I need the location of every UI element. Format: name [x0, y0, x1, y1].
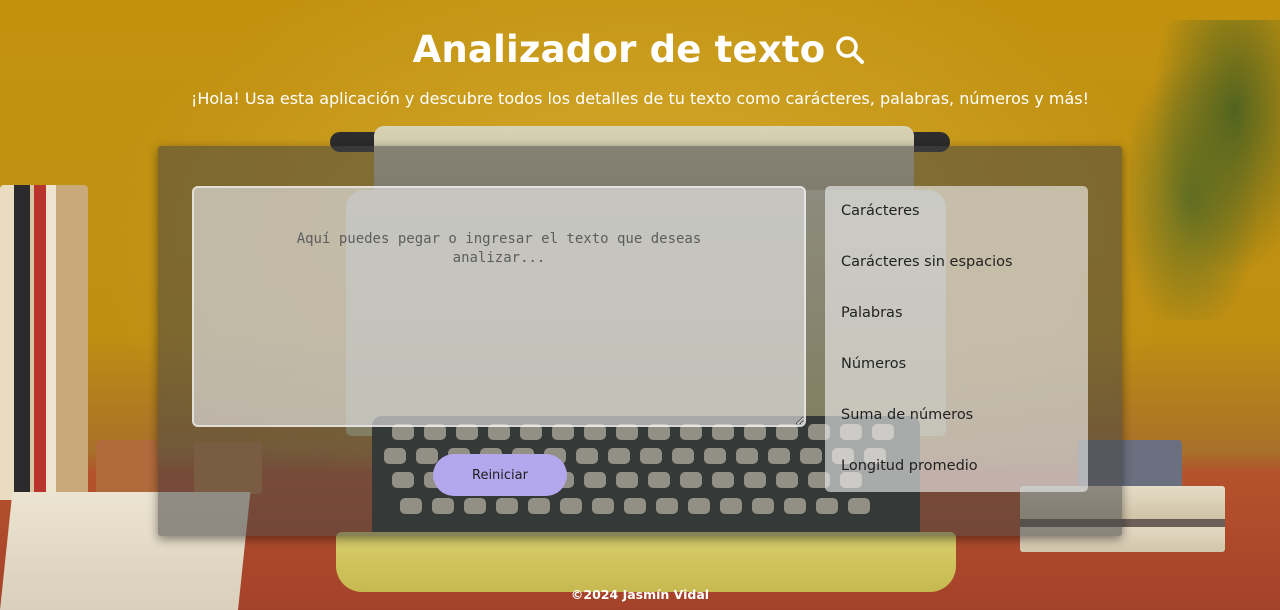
- text-input[interactable]: [192, 186, 806, 427]
- reset-button[interactable]: Reiniciar: [433, 454, 567, 496]
- books-left-decoration: [0, 185, 88, 500]
- stats-panel: Carácteres Carácteres sin espacios Palab…: [825, 186, 1088, 492]
- header: Analizador de texto ¡Hola! Usa esta apli…: [0, 22, 1280, 112]
- pencil-cup-decoration: [96, 440, 158, 496]
- title-row: Analizador de texto: [413, 22, 868, 78]
- stat-words: Palabras: [841, 305, 903, 321]
- stat-sum-of-numbers: Suma de números: [841, 407, 974, 423]
- stat-characters-no-spaces: Carácteres sin espacios: [841, 254, 1013, 270]
- stat-characters: Carácteres: [841, 203, 920, 219]
- search-icon: [833, 33, 867, 67]
- page-subtitle: ¡Hola! Usa esta aplicación y descubre to…: [190, 89, 1090, 108]
- page-title: Analizador de texto: [412, 28, 826, 71]
- footer-copyright: ©2024 Jasmín Vidal: [570, 587, 710, 602]
- stat-average-length: Longitud promedio: [841, 458, 978, 474]
- stat-numbers: Números: [841, 356, 907, 372]
- typewriter-base: [336, 532, 956, 592]
